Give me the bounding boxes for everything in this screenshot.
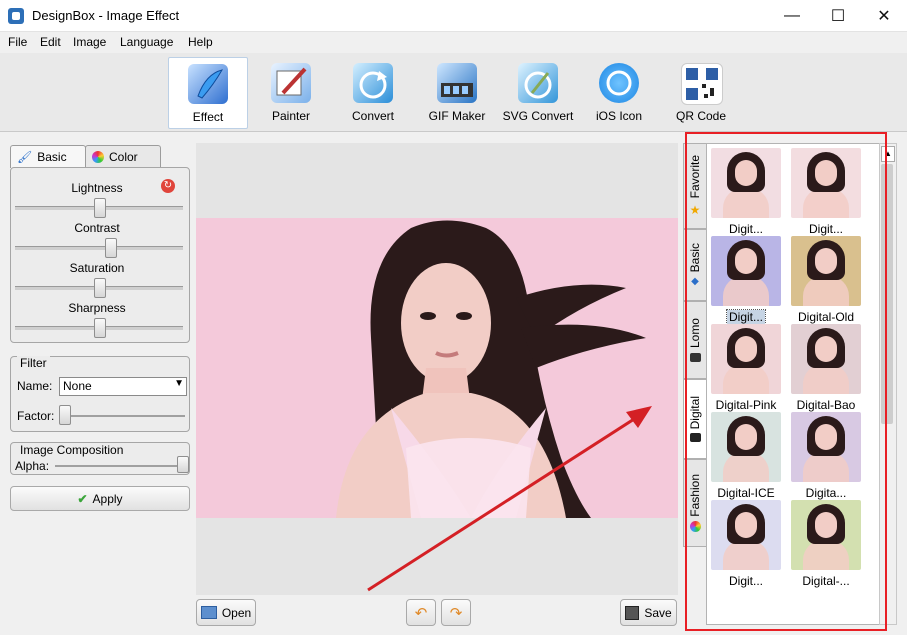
contrast-label: Contrast [74,221,120,235]
tool-svg-convert-label: SVG Convert [502,109,574,123]
apply-label: Apply [92,491,123,506]
lightness-label: Lightness [71,181,123,195]
factor-label: Factor: [17,409,55,423]
factor-track [59,415,185,417]
open-file-icon [200,606,217,619]
alpha-label: Alpha: [15,459,50,473]
menu-edit[interactable]: Edit [40,35,61,49]
tool-ios-icon[interactable]: iOS Icon [580,57,658,127]
filter-group: Filter Name: None ▼ Factor: [10,356,190,432]
open-label: Open [221,605,252,620]
saturation-label: Saturation [69,261,125,275]
menu-file[interactable]: File [8,35,27,49]
alpha-track [55,465,185,467]
gif-maker-icon [437,63,477,103]
tab-basic-label: Basic [37,150,67,164]
factor-slider[interactable] [59,405,71,425]
painter-icon [271,63,311,103]
tool-gif-maker-label: GIF Maker [428,109,486,123]
tool-qr-code-label: QR Code [675,109,727,123]
basic-adjustments-panel: Lightness ↻ Contrast Saturation Sharpnes… [10,167,190,343]
qr-code-icon [681,63,723,105]
lightness-slider[interactable] [94,198,106,218]
tool-gif-maker[interactable]: GIF Maker [418,57,496,127]
save-label: Save [644,605,672,620]
contrast-track [15,246,183,250]
tool-painter-label: Painter [271,109,311,123]
svg-convert-icon [518,63,558,103]
tab-basic[interactable]: 🖌 Basic [10,145,86,168]
annotation-arrow [367,406,652,592]
sharpness-label: Sharpness [68,301,126,315]
redo-icon: ↷ [449,604,463,622]
tab-color-label: Color [109,150,138,164]
brush-icon: 🖌 [17,150,33,164]
ios-icon-icon [599,63,639,103]
tool-qr-code[interactable]: QR Code [662,57,740,127]
undo-icon: ↶ [414,604,428,622]
sharpness-slider[interactable] [94,318,106,338]
tool-svg-convert[interactable]: SVG Convert [499,57,577,127]
filter-legend: Filter [17,356,50,370]
tool-convert-label: Convert [351,109,395,123]
contrast-slider[interactable] [105,238,118,258]
convert-icon [353,63,393,103]
maximize-button[interactable]: ☐ [815,0,861,31]
tool-effect[interactable]: Effect [168,57,248,129]
filter-name-label: Name: [17,379,53,393]
filter-name-value: None [63,379,92,393]
menu-language[interactable]: Language [120,35,173,49]
filter-name-select[interactable]: None ▼ [59,377,187,396]
menu-bar: File Edit Image Language Help [0,32,907,52]
saturation-slider[interactable] [94,278,106,298]
color-wheel-icon [92,151,104,163]
apply-button[interactable]: ✔ Apply [10,486,190,511]
open-button[interactable]: Open [196,599,256,626]
chevron-down-icon: ▼ [174,378,184,389]
checkmark-icon: ✔ [77,491,88,506]
save-button[interactable]: Save [620,599,677,626]
window-title: DesignBox - Image Effect [32,8,180,23]
close-button[interactable]: ✕ [861,0,907,31]
alpha-slider[interactable] [177,456,189,473]
redo-button[interactable]: ↷ [441,599,471,626]
composition-legend: Image Composition [17,443,127,457]
tab-color[interactable]: Color [85,145,161,168]
main-toolbar: Effect Painter Convert GIF Maker SVG Con… [0,53,907,132]
effect-icon [188,64,228,104]
tool-effect-label: Effect [192,110,224,124]
tool-painter[interactable]: Painter [252,57,330,127]
tool-ios-icon-label: iOS Icon [595,109,643,123]
highlight-box [685,132,887,631]
menu-image[interactable]: Image [73,35,106,49]
app-logo-icon [8,8,24,24]
menu-help[interactable]: Help [188,35,213,49]
minimize-button[interactable]: — [769,0,815,31]
title-bar: DesignBox - Image Effect — ☐ ✕ [0,0,907,32]
image-composition-group: Image Composition Alpha: [10,442,190,475]
save-disk-icon [625,605,640,620]
undo-button[interactable]: ↶ [406,599,436,626]
reset-icon[interactable]: ↻ [161,179,175,193]
tool-convert[interactable]: Convert [334,57,412,127]
